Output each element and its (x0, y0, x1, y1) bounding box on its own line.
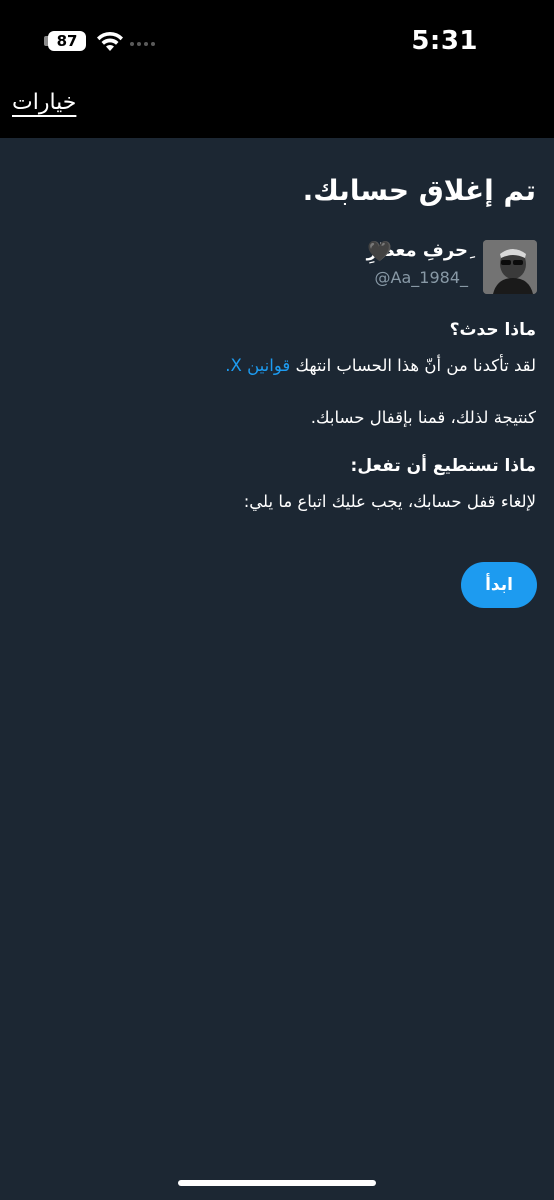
status-bar: 87 5:31 (0, 0, 554, 82)
rules-link[interactable]: قوانين X. (225, 356, 290, 375)
avatar-photo (483, 240, 537, 294)
nav-bar: خيارات (0, 82, 554, 138)
result-text: كنتيجة لذلك، قمنا بإقفال حسابك. (310, 408, 536, 427)
main-content: تم إغلاق حسابك. ِحرفِ معطرِ 🖤 @Aa_1984_ … (0, 138, 554, 1200)
wifi-icon (97, 31, 123, 51)
signal-icon (130, 42, 155, 46)
clock: 5:31 (411, 26, 478, 56)
black-heart-icon: 🖤 (367, 239, 392, 263)
battery-icon: 87 (48, 31, 86, 51)
avatar (483, 240, 537, 294)
what-to-do-heading: ماذا تستطيع أن تفعل: (350, 456, 536, 476)
start-button[interactable]: ابدأ (461, 562, 537, 608)
options-link[interactable]: خيارات (12, 90, 76, 115)
page-title: تم إغلاق حسابك. (302, 174, 536, 207)
user-handle: @Aa_1984_ (374, 268, 468, 287)
what-happened-heading: ماذا حدث؟ (449, 320, 536, 340)
home-indicator[interactable] (178, 1180, 376, 1186)
what-happened-text: لقد تأكدنا من أنّ هذا الحساب انتهك قواني… (225, 356, 536, 375)
violation-text: لقد تأكدنا من أنّ هذا الحساب انتهك (295, 356, 536, 375)
what-to-do-text: لإلغاء قفل حسابك، يجب عليك اتباع ما يلي: (243, 492, 536, 511)
